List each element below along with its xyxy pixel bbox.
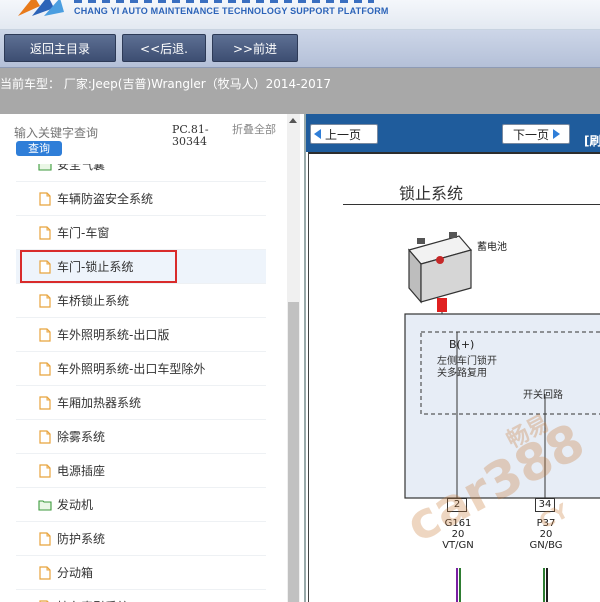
vehicle-info-bar: 当前车型： 厂家:Jeep(吉普)Wrangler（牧马人）2014-2017: [0, 68, 600, 114]
prev-arrow-icon: [314, 129, 321, 139]
home-button[interactable]: 返回主目录: [4, 34, 116, 62]
tree-item-label: 发动机: [57, 498, 94, 512]
collapse-all-link[interactable]: 折叠全部: [232, 124, 278, 136]
tree-item[interactable]: 分动箱: [16, 556, 266, 590]
search-button[interactable]: 查询: [16, 141, 62, 156]
prev-page-button[interactable]: 上一页: [310, 124, 378, 144]
tree-item-label: 车外照明系统-出口车型除外: [57, 362, 206, 376]
tree-item[interactable]: 发动机: [16, 488, 266, 522]
tree-item-label: 分动箱: [57, 566, 94, 580]
tree-item-label: 车门-车窗: [57, 226, 110, 240]
header-subtitle: CHANG YI AUTO MAINTENANCE TECHNOLOGY SUP…: [74, 6, 389, 16]
wire-color: GN/BG: [529, 540, 563, 551]
tree-item-label: 电源插座: [57, 464, 106, 478]
document-viewer: 上一页 下一页 [刷 锁止系统 蓄电池 B(+) 左侧车门锁开关多路复用 开关回…: [304, 114, 600, 602]
document-icon: [39, 463, 51, 478]
document-icon: [39, 225, 51, 240]
document-icon: [39, 395, 51, 410]
tree-item-label: 除雾系统: [57, 430, 106, 444]
next-page-button[interactable]: 下一页: [502, 124, 570, 144]
tree-item-label: 车外照明系统-出口版: [57, 328, 170, 342]
tree-item-label: 挂车牵引系统: [57, 598, 129, 602]
document-icon: [39, 361, 51, 376]
tree-item[interactable]: 防护系统: [16, 522, 266, 556]
search-input[interactable]: [14, 124, 154, 142]
wiring-diagram: 锁止系统 蓄电池 B(+) 左侧车门锁开关多路复用 开关回路 2 34 G161…: [308, 152, 600, 602]
logo-icon: [18, 0, 64, 16]
scroll-up-icon[interactable]: [289, 118, 297, 123]
prev-page-label: 上一页: [325, 127, 362, 142]
header-decoration: [74, 0, 374, 3]
tree-item[interactable]: 挂车牵引系统: [16, 590, 266, 602]
tree-item-label: 防护系统: [57, 532, 106, 546]
bplus-label: B(+): [449, 338, 475, 351]
document-icon: [39, 293, 51, 308]
document-icon: [39, 191, 51, 206]
tree-item[interactable]: 车外照明系统-出口车型除外: [16, 352, 266, 386]
next-arrow-icon: [553, 129, 561, 139]
battery-label: 蓄电池: [477, 242, 507, 253]
refresh-button[interactable]: [刷: [584, 132, 600, 149]
document-icon: [39, 531, 51, 546]
back-button[interactable]: <<后退.: [122, 34, 206, 62]
tree-item-label: 车厢加热器系统: [57, 396, 142, 410]
next-page-label: 下一页: [513, 127, 550, 142]
tree-item-label: 安全气囊: [57, 164, 106, 172]
vehicle-info-text: 当前车型： 厂家:Jeep(吉普)Wrangler（牧马人）2014-2017: [0, 77, 332, 91]
document-icon: [39, 327, 51, 342]
document-icon: [39, 429, 51, 444]
document-icon: [39, 565, 51, 580]
tree-item[interactable]: 车门-车窗: [16, 216, 266, 250]
folder-open-icon: [38, 164, 52, 171]
battery-wire: [437, 298, 447, 312]
app-window: CHANG YI AUTO MAINTENANCE TECHNOLOGY SUP…: [0, 0, 600, 602]
tree-item[interactable]: 安全气囊: [16, 164, 266, 182]
tree-item-label: 车辆防盗安全系统: [57, 192, 154, 206]
tree-panel: 查询 PC.81-30344 折叠全部 安全气囊车辆防盗安全系统车门-车窗车门-…: [0, 114, 304, 602]
battery-icon: [407, 232, 473, 304]
tree-item[interactable]: 除雾系统: [16, 420, 266, 454]
forward-button[interactable]: >>前进: [212, 34, 298, 62]
tree-item[interactable]: 电源插座: [16, 454, 266, 488]
tree-item[interactable]: 车外照明系统-出口版: [16, 318, 266, 352]
tree-list: 安全气囊 车辆防盗安全系统 车门-车窗 车门-锁止系统 车桥锁止系统 车外照明系统-出口版…: [0, 164, 284, 602]
circuit-label: 开关回路: [523, 390, 563, 401]
pc-code-label: PC.81-30344: [172, 123, 209, 148]
switch-note: 左侧车门锁开关多路复用: [437, 356, 497, 379]
scrollbar-thumb[interactable]: [288, 302, 299, 602]
search-area: 查询 PC.81-30344 折叠全部: [0, 114, 284, 164]
tree-item[interactable]: 车辆防盗安全系统: [16, 182, 266, 216]
header-banner: CHANG YI AUTO MAINTENANCE TECHNOLOGY SUP…: [0, 0, 600, 30]
nav-toolbar: 返回主目录 <<后退. >>前进: [0, 30, 600, 68]
viewer-toolbar: 上一页 下一页 [刷: [306, 114, 600, 152]
selection-highlight: [20, 250, 177, 283]
tree-item[interactable]: 车桥锁止系统: [16, 284, 266, 318]
tree-scrollbar[interactable]: [287, 114, 300, 602]
folder-open-icon: [38, 499, 52, 511]
tree-item[interactable]: 车厢加热器系统: [16, 386, 266, 420]
tree-item-label: 车桥锁止系统: [57, 294, 130, 308]
